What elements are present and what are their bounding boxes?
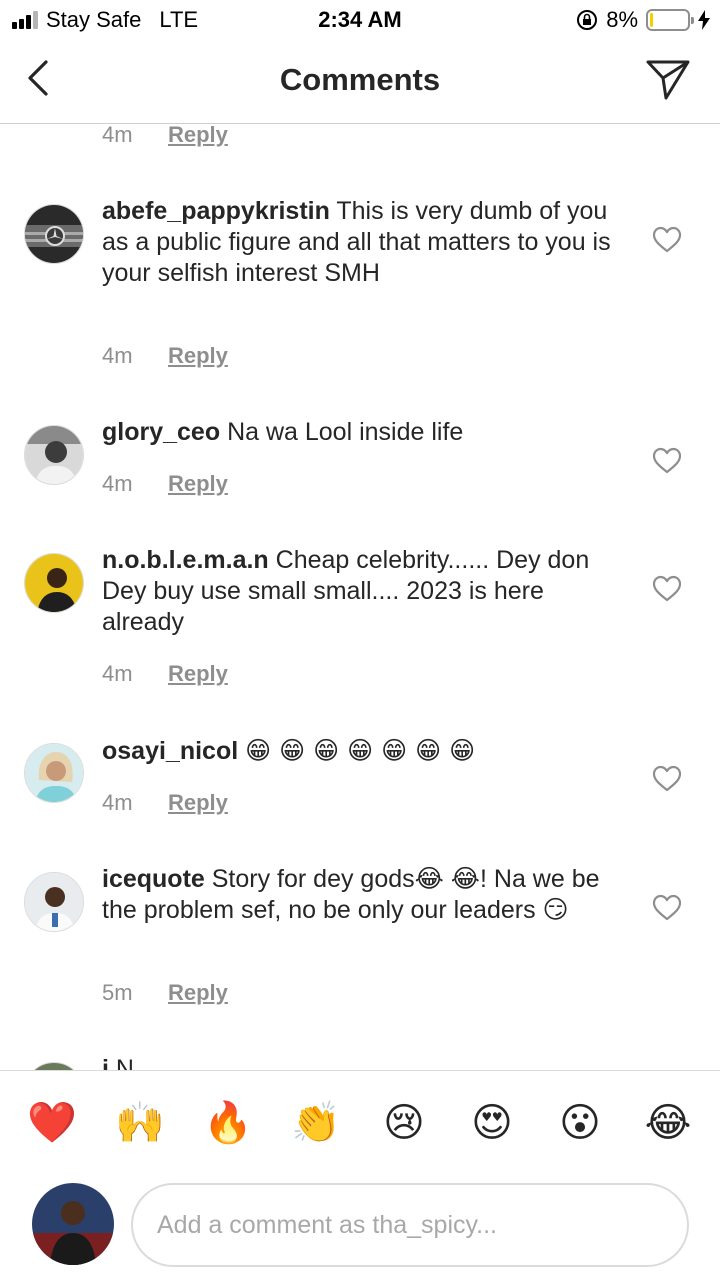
comment-text: N — [115, 1055, 134, 1070]
comment-username[interactable]: osayi_nicol — [102, 737, 238, 765]
page-title: Comments — [279, 62, 441, 97]
comment-list[interactable]: 4m Reply abefe_pappykristin This is very… — [0, 0, 720, 1070]
reply-button[interactable]: Reply — [168, 661, 228, 687]
emoji-laughing-button[interactable]: 😂 — [638, 1093, 698, 1153]
comment-text: 😁 😁 😁 😁 😁 😁 😁 — [245, 736, 476, 765]
avatar[interactable] — [24, 743, 84, 803]
reply-button[interactable]: Reply — [168, 343, 228, 369]
avatar[interactable] — [24, 872, 84, 932]
heart-outline-icon[interactable] — [652, 575, 682, 603]
comment-meta: 4m Reply — [102, 122, 228, 148]
quick-emoji-bar: ❤️ 🙌 🔥 👏 😢 😍 😮 😂 — [0, 1093, 720, 1153]
heart-outline-icon[interactable] — [652, 226, 682, 254]
comment-body: icequote Story for dey gods😂 😂! Na we be… — [102, 864, 622, 926]
heart-outline-icon[interactable] — [652, 894, 682, 922]
comment-body: n.o.b.l.e.m.a.n Cheap celebrity...... De… — [102, 545, 622, 638]
comment-composer: ❤️ 🙌 🔥 👏 😢 😍 😮 😂 — [0, 1070, 720, 1280]
comment-time: 4m — [102, 122, 133, 147]
comment-text: Na wa Lool inside life — [227, 418, 464, 446]
emoji-surprised-button[interactable]: 😮 — [550, 1093, 610, 1153]
reply-button[interactable]: Reply — [168, 471, 228, 497]
comment-body: abefe_pappykristin This is very dumb of … — [102, 196, 622, 289]
reply-button[interactable]: Reply — [168, 790, 228, 816]
comment-username[interactable]: glory_ceo — [102, 418, 220, 446]
comment-meta: 4m Reply — [102, 471, 228, 497]
comment-username[interactable]: icequote — [102, 865, 205, 893]
comment-time: 4m — [102, 790, 133, 815]
nav-header: Comments — [0, 40, 720, 124]
comment-time: 4m — [102, 661, 133, 686]
comment-time: 5m — [102, 980, 133, 1005]
comment-body: osayi_nicol 😁 😁 😁 😁 😁 😁 😁 — [102, 735, 622, 767]
emoji-raised-hands-button[interactable]: 🙌 — [110, 1093, 170, 1153]
emoji-crying-button[interactable]: 😢 — [374, 1093, 434, 1153]
avatar[interactable] — [24, 425, 84, 485]
comment-meta: 4m Reply — [102, 343, 228, 369]
comment-input[interactable] — [131, 1183, 689, 1267]
comment-body: i N — [102, 1054, 622, 1070]
comment-time: 4m — [102, 343, 133, 368]
comment-username[interactable]: abefe_pappykristin — [102, 197, 330, 225]
heart-outline-icon[interactable] — [652, 765, 682, 793]
comment-meta: 4m Reply — [102, 661, 228, 687]
emoji-heart-button[interactable]: ❤️ — [22, 1093, 82, 1153]
direct-send-icon[interactable] — [644, 56, 692, 102]
comment-meta: 5m Reply — [102, 980, 228, 1006]
heart-outline-icon[interactable] — [652, 447, 682, 475]
comment-meta: 4m Reply — [102, 790, 228, 816]
avatar[interactable] — [24, 1062, 84, 1070]
avatar[interactable] — [24, 204, 84, 264]
comment-time: 4m — [102, 471, 133, 496]
emoji-heart-eyes-button[interactable]: 😍 — [462, 1093, 522, 1153]
emoji-clap-button[interactable]: 👏 — [286, 1093, 346, 1153]
comment-body: glory_ceo Na wa Lool inside life — [102, 417, 622, 448]
current-user-avatar — [32, 1183, 114, 1265]
avatar[interactable] — [24, 553, 84, 613]
reply-button[interactable]: Reply — [168, 980, 228, 1006]
comment-username[interactable]: n.o.b.l.e.m.a.n — [102, 546, 269, 574]
comment-username[interactable]: i — [102, 1055, 109, 1070]
emoji-fire-button[interactable]: 🔥 — [198, 1093, 258, 1153]
reply-button[interactable]: Reply — [168, 122, 228, 148]
